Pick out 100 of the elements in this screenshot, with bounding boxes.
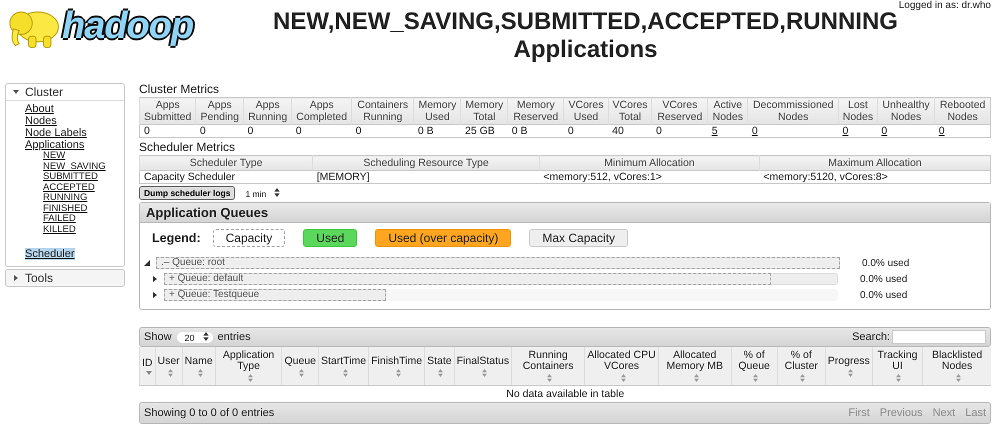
sidebar-link[interactable]: FINISHED xyxy=(43,204,88,214)
sort-icon[interactable] xyxy=(694,374,699,382)
sidebar-link[interactable]: FAILED xyxy=(43,214,76,224)
metric-value: 0 xyxy=(144,125,150,137)
legend-label: Legend: xyxy=(152,231,201,245)
column-header: Minimum Allocation xyxy=(539,156,760,170)
section-title: Cluster Metrics xyxy=(139,82,220,96)
sidebar-link[interactable]: SUBMITTED xyxy=(43,172,98,182)
sort-icon[interactable] xyxy=(800,374,806,382)
metric-value: 0 xyxy=(200,125,206,137)
page-size-select[interactable]: 20 xyxy=(176,332,213,342)
queue-bar[interactable]: .– Queue: root xyxy=(156,257,840,269)
column-header: Scheduler Type xyxy=(140,156,313,170)
sort-icon[interactable] xyxy=(956,374,962,382)
column-header: Maximum Allocation xyxy=(759,156,990,170)
metric-value: 0 B xyxy=(418,125,434,137)
queue-bar[interactable]: + Queue: default xyxy=(164,273,838,285)
legend-item: Max Capacity xyxy=(529,229,628,247)
column-header: Active Nodes xyxy=(708,98,748,124)
column-header: Memory Reserved xyxy=(508,98,564,124)
search-field[interactable] xyxy=(892,330,986,344)
sidebar-link[interactable]: Nodes xyxy=(25,115,57,127)
sort-icon[interactable] xyxy=(198,368,203,376)
metric-link[interactable]: 0 xyxy=(938,125,945,137)
metric-value: [MEMORY] xyxy=(316,171,370,183)
legend-item: Used (over capacity) xyxy=(375,229,512,247)
section-title: Scheduler Metrics xyxy=(139,140,236,154)
column-header: Lost Nodes xyxy=(838,98,878,124)
panel-title: Application Queues xyxy=(140,203,990,223)
entries-label: entries xyxy=(218,331,251,343)
sidebar-link[interactable]: Applications xyxy=(25,139,84,151)
metric-value: <memory:5120, vCores:8> xyxy=(763,171,888,183)
metric-link[interactable]: 0 xyxy=(752,125,758,137)
legend-item: Capacity xyxy=(212,229,286,247)
column-header: Unhealthy Nodes xyxy=(877,98,935,124)
column-header: VCores Reserved xyxy=(652,98,708,124)
column-header: Memory Used xyxy=(414,98,461,124)
page-title: NEW,NEW_SAVING,SUBMITTED,ACCEPTED,RUNNING Applications xyxy=(272,8,899,64)
sidebar-link[interactable]: Scheduler xyxy=(25,248,75,260)
metric-value: 0 xyxy=(568,125,574,137)
queue-bar[interactable]: + Queue: Testqueue xyxy=(164,289,386,301)
sort-icon[interactable] xyxy=(168,368,173,376)
sidebar-link[interactable]: NEW_SAVING xyxy=(43,162,106,172)
dropdown-arrows-icon[interactable] xyxy=(274,188,280,196)
sidebar-link[interactable]: KILLED xyxy=(43,224,76,235)
sort-icon[interactable] xyxy=(396,368,401,376)
column-header: Rebooted Nodes xyxy=(934,98,990,124)
metric-link[interactable]: 5 xyxy=(712,125,718,137)
sidebar-link[interactable]: NEW xyxy=(43,151,66,162)
logged-in-text: Logged in as: dr.who xyxy=(898,0,991,11)
metric-value: 0 B xyxy=(512,125,528,137)
legend-item: Used xyxy=(303,229,358,247)
sidebar-section-header[interactable]: Tools xyxy=(6,270,124,286)
column-header[interactable]: ID xyxy=(142,358,152,368)
sort-icon[interactable] xyxy=(753,374,758,382)
queue-usage: 0.0% used xyxy=(860,274,908,284)
sort-icon[interactable] xyxy=(438,368,444,376)
column-header: Containers Running xyxy=(352,98,414,124)
metric-value: 25 GB xyxy=(464,125,495,137)
sidebar-link[interactable]: About xyxy=(25,103,54,115)
sort-icon[interactable] xyxy=(848,368,853,376)
column-header: Decommissioned Nodes xyxy=(748,98,839,124)
sort-icon[interactable] xyxy=(896,374,902,382)
entries-info: Showing 0 to 0 of 0 entries xyxy=(144,407,274,419)
metric-value: 0 xyxy=(296,125,302,137)
empty-message: No data available in table xyxy=(506,388,624,400)
metric-value: 0 xyxy=(356,125,362,137)
column-header: Apps Pending xyxy=(196,98,244,124)
search-label: Search: xyxy=(852,331,890,343)
interval-select[interactable]: 1 min xyxy=(241,188,284,198)
sort-descending-icon[interactable] xyxy=(146,370,152,374)
column-header: Scheduling Resource Type xyxy=(312,156,540,170)
sort-icon[interactable] xyxy=(299,368,304,376)
metric-value: 0 xyxy=(656,125,662,137)
collapse-triangle-icon[interactable] xyxy=(12,88,20,96)
column-header: Apps Submitted xyxy=(140,98,196,124)
expand-toggle-icon[interactable] xyxy=(142,260,152,266)
sort-icon[interactable] xyxy=(482,368,487,376)
queue-usage: 0.0% used xyxy=(862,258,910,268)
sidebar-section-header[interactable]: Cluster xyxy=(6,84,124,101)
sort-icon[interactable] xyxy=(620,374,626,382)
show-label: Show xyxy=(144,331,172,343)
expand-triangle-icon[interactable] xyxy=(12,274,20,282)
dump-logs-button[interactable]: Dump scheduler logs xyxy=(139,186,236,200)
column-header: VCores Used xyxy=(564,98,608,124)
metric-link[interactable]: 0 xyxy=(881,125,888,137)
metric-value: 0 xyxy=(248,125,254,137)
queue-usage: 0.0% used xyxy=(860,290,908,300)
sort-icon[interactable] xyxy=(248,374,253,382)
dropdown-arrows-icon[interactable] xyxy=(202,332,209,340)
metric-value: 40 xyxy=(612,125,624,137)
column-header: VCores Total xyxy=(608,98,652,124)
sort-icon[interactable] xyxy=(547,374,552,382)
sort-icon[interactable] xyxy=(342,368,348,376)
sidebar-link[interactable]: Node Labels xyxy=(25,127,87,139)
metric-value: <memory:512, vCores:1> xyxy=(543,171,662,183)
sidebar-link[interactable]: ACCEPTED xyxy=(43,182,95,193)
sidebar-link[interactable]: RUNNING xyxy=(43,193,88,204)
metric-link[interactable]: 0 xyxy=(842,125,848,137)
column-header: Apps Running xyxy=(244,98,292,124)
